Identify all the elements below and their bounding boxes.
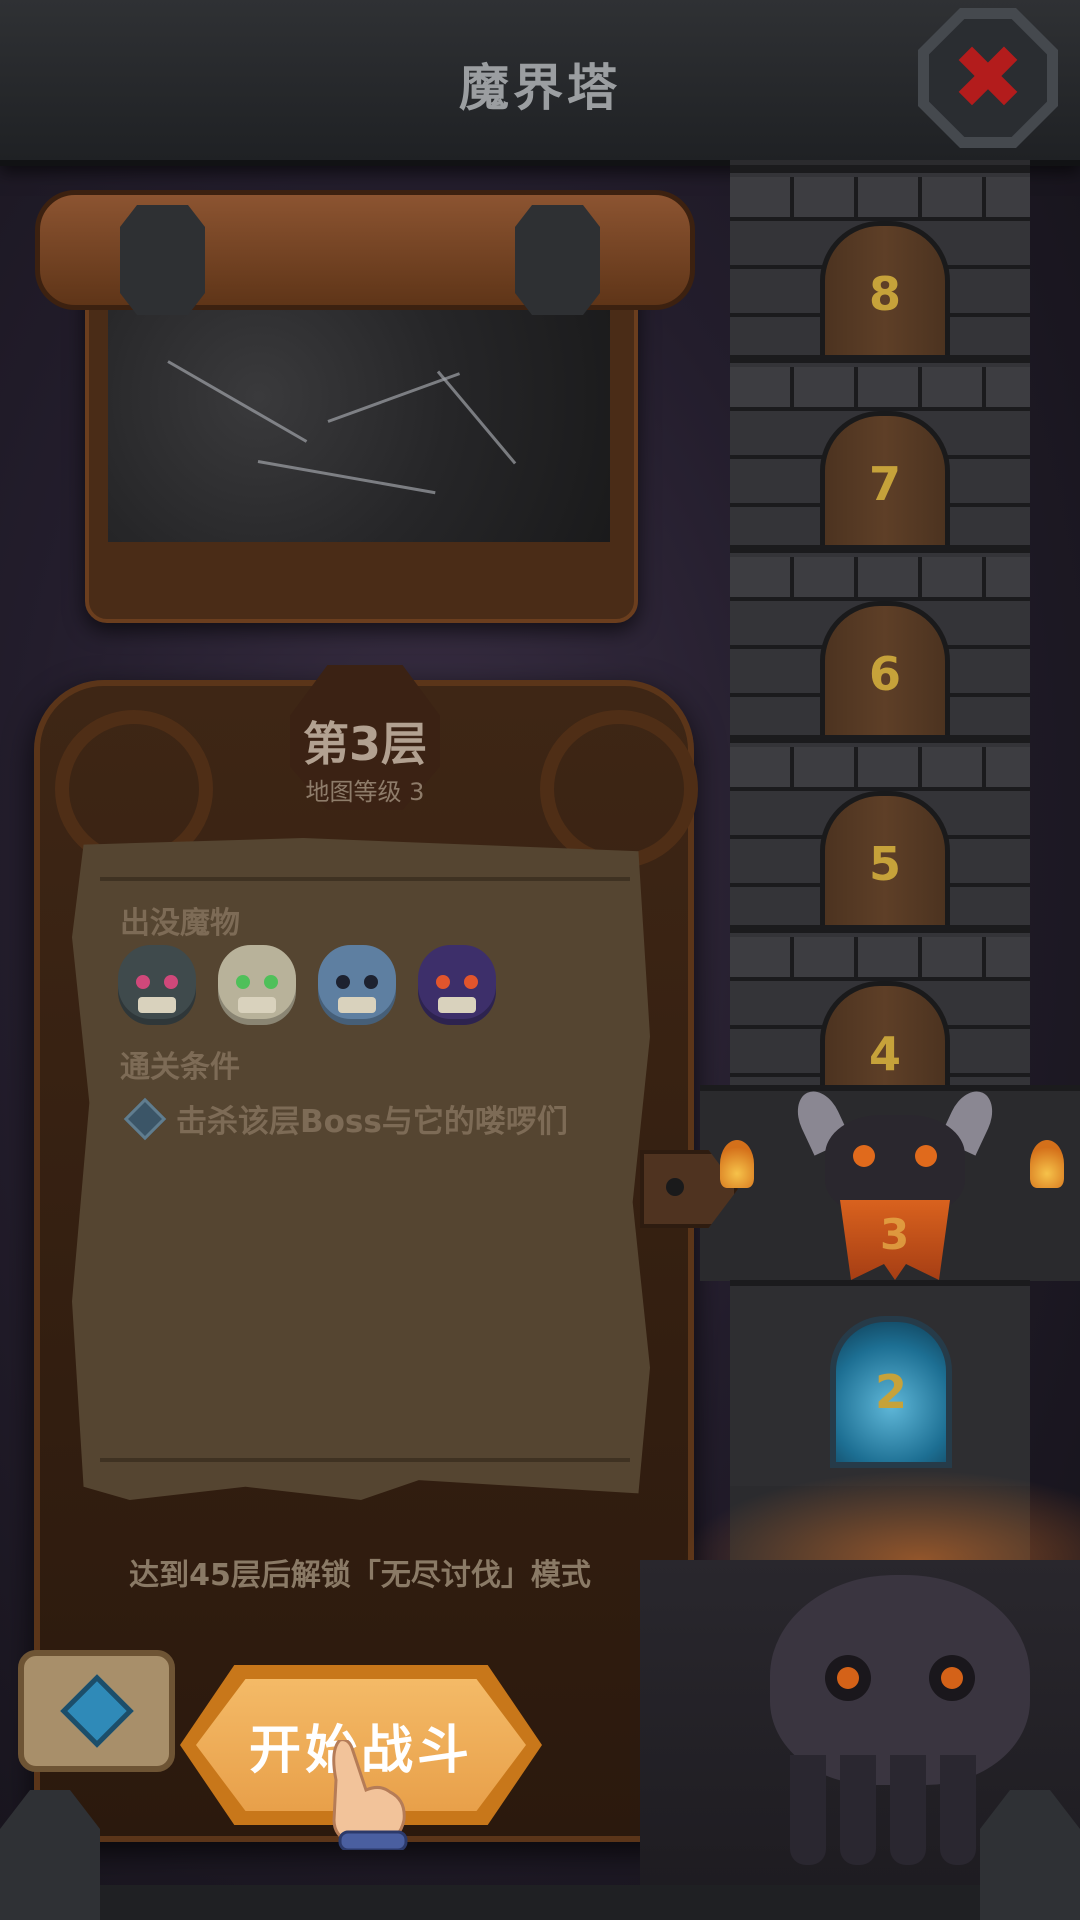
close-button[interactable]: ✖ — [918, 8, 1058, 148]
level-title: 第3层 — [302, 717, 427, 771]
condition-text: 击杀该层Boss与它的喽啰们 — [176, 1104, 568, 1140]
blue-gem-icon — [59, 1674, 134, 1748]
one-eyed-ogre-icon — [118, 945, 196, 1025]
stage-preview-image — [108, 300, 610, 542]
tower-floor-5[interactable]: 5 — [730, 735, 1030, 936]
close-button-frame: ✖ — [929, 19, 1047, 137]
pointing-hand-icon — [332, 1740, 408, 1850]
monsters-label: 出没魔物 — [120, 906, 240, 941]
metal-bracket-left — [120, 205, 205, 315]
floor-number: 8 — [868, 266, 901, 321]
floor-number: 6 — [868, 646, 901, 701]
skull-icon — [218, 945, 296, 1025]
floor-number: 5 — [868, 836, 901, 891]
metal-bracket-right — [515, 205, 600, 315]
header-bar: 魔界塔 ✖ — [0, 0, 1080, 166]
map-level: 地图等级 3 — [305, 778, 425, 806]
monster-list — [118, 945, 496, 1025]
paper-divider-bottom — [100, 1458, 630, 1462]
torch-flame-icon — [720, 1140, 754, 1188]
close-x-icon: ✖ — [951, 26, 1025, 129]
corner-swirl-right — [540, 710, 698, 868]
diamond-bullet-icon — [123, 1097, 167, 1140]
condition-item: 击杀该层Boss与它的喽啰们 — [123, 1096, 568, 1141]
lava-glow — [680, 1470, 1080, 1560]
tower-floor-8[interactable]: 8 — [730, 165, 1030, 366]
skull-tooth — [790, 1755, 826, 1865]
giant-skull-decoration — [770, 1575, 1030, 1785]
current-floor-number: 3 — [880, 1210, 910, 1259]
unlock-note: 达到45层后解锁「无尽讨伐」模式 — [129, 1558, 591, 1593]
tower-floor-6[interactable]: 6 — [730, 545, 1030, 746]
floor-door: 7 — [820, 411, 950, 556]
corner-stone-left — [0, 1790, 100, 1920]
floor-number: 4 — [868, 1026, 901, 1081]
floor-door: 5 — [820, 791, 950, 936]
paper-divider-top — [100, 877, 630, 881]
floor-number: 2 — [874, 1365, 907, 1419]
conditions-label: 通关条件 — [120, 1050, 240, 1085]
boss-floor-button[interactable]: 3 — [789, 1084, 1001, 1280]
tower-floor-2[interactable]: 2 — [730, 1280, 1030, 1486]
tower-floor-7[interactable]: 7 — [730, 355, 1030, 556]
zombie-icon — [318, 945, 396, 1025]
floor-number: 7 — [868, 456, 901, 511]
bat-demon-icon — [418, 945, 496, 1025]
torch-flame-icon — [1030, 1140, 1064, 1188]
bottom-bar — [0, 1885, 1080, 1920]
floor-door: 6 — [820, 601, 950, 746]
map-scroll-button[interactable] — [18, 1650, 175, 1772]
portal-door: 2 — [830, 1316, 952, 1468]
skull-tooth — [840, 1755, 876, 1865]
floor-door: 8 — [820, 221, 950, 366]
skull-tooth — [940, 1755, 976, 1865]
corner-stone-right — [980, 1790, 1080, 1920]
skull-tooth — [890, 1755, 926, 1865]
